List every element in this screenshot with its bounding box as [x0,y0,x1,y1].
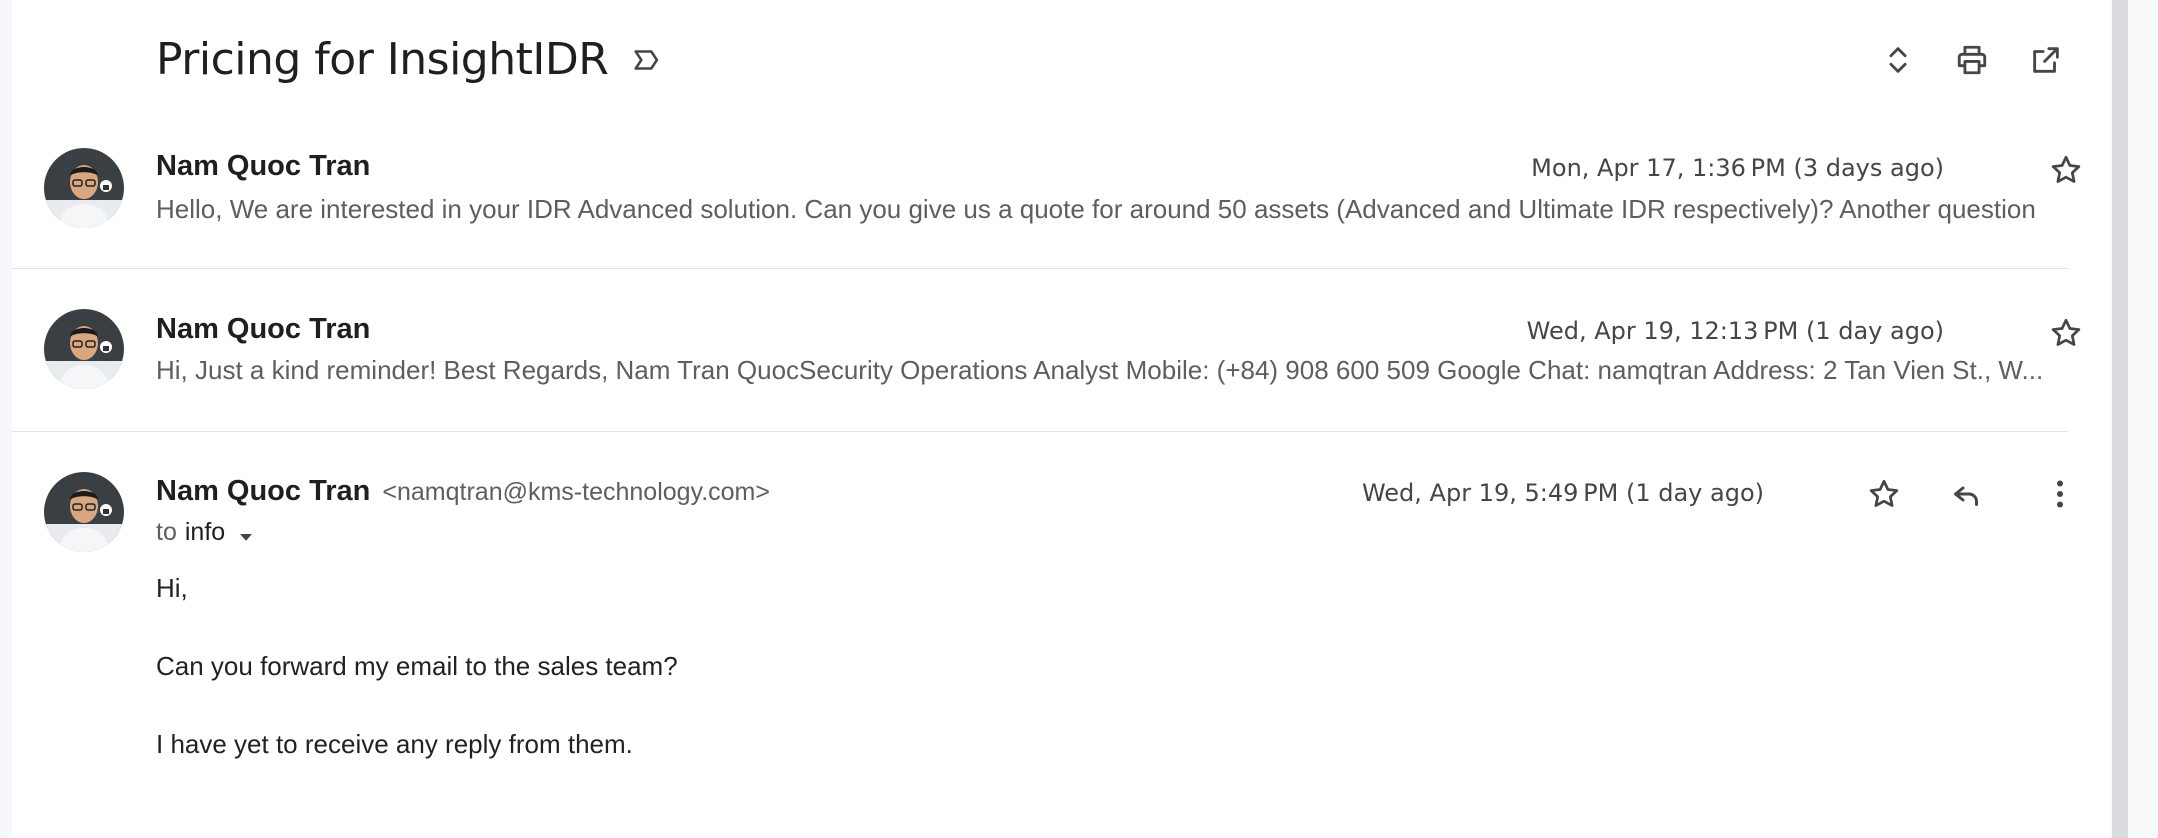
caret-down-icon [240,533,253,541]
star-outline-icon [2051,318,2081,346]
sender-email: <namqtran@kms-technology.com> [382,478,770,506]
message-date: Mon, Apr 17, 1:36 PM (3 days ago) [1531,154,1944,182]
sender-name: Nam Quoc Tran [156,150,371,182]
sender-header: Nam Quoc Tran <namqtran@kms-technology.c… [156,475,770,508]
body-line: I have yet to receive any reply from the… [156,729,633,759]
more-options-button[interactable] [2042,476,2078,512]
recipient-name: info [184,518,226,546]
star-button[interactable] [2048,315,2084,351]
thread-subject: Pricing for InsightIDR [156,34,609,85]
message-date: Wed, Apr 19, 12:13 PM (1 day ago) [1526,317,1944,345]
email-thread-view: Pricing for InsightIDR Nam Quoc Tran Mon… [0,0,2158,838]
open-in-new-window-button[interactable] [2028,42,2064,78]
label-important-icon[interactable] [630,43,664,77]
message-collapsed-1[interactable]: Nam Quoc Tran Mon, Apr 17, 1:36 PM (3 da… [12,106,2081,269]
message-snippet: Hi, Just a kind reminder! Best Regards, … [156,355,2044,385]
print-all-button[interactable] [1954,42,1990,78]
reply-button[interactable] [1948,476,1984,512]
star-button[interactable] [2048,152,2084,188]
thread-toolbar [1880,42,2064,78]
avatar [44,472,124,552]
left-gutter [0,0,12,838]
message-collapsed-2[interactable]: Nam Quoc Tran Wed, Apr 19, 12:13 PM (1 d… [12,269,2081,432]
avatar [44,309,124,389]
open-in-new-window-icon [2033,47,2059,73]
star-outline-icon [1869,479,1899,507]
unfold-more-icon [1889,47,1907,73]
recipient-line: to info [156,518,255,547]
avatar [44,148,124,228]
more-vert-icon [2057,480,2063,508]
to-prefix: to [156,518,177,546]
reply-icon [1954,486,1978,506]
message-expanded: Nam Quoc Tran <namqtran@kms-technology.c… [12,432,2068,838]
print-icon [1957,45,1987,75]
star-outline-icon [2051,155,2081,183]
star-button[interactable] [1866,476,1902,512]
show-details-button[interactable] [237,524,255,542]
expand-all-button[interactable] [1880,42,1916,78]
scrollbar-thumb[interactable] [2112,0,2128,838]
thread-header: Pricing for InsightIDR [156,34,664,85]
message-date: Wed, Apr 19, 5:49 PM (1 day ago) [1361,479,1764,507]
body-line: Can you forward my email to the sales te… [156,651,678,681]
sender-name: Nam Quoc Tran [156,475,371,507]
body-line: Hi, [156,573,188,603]
message-snippet: Hello, We are interested in your IDR Adv… [156,194,2036,224]
sender-name: Nam Quoc Tran [156,313,371,345]
